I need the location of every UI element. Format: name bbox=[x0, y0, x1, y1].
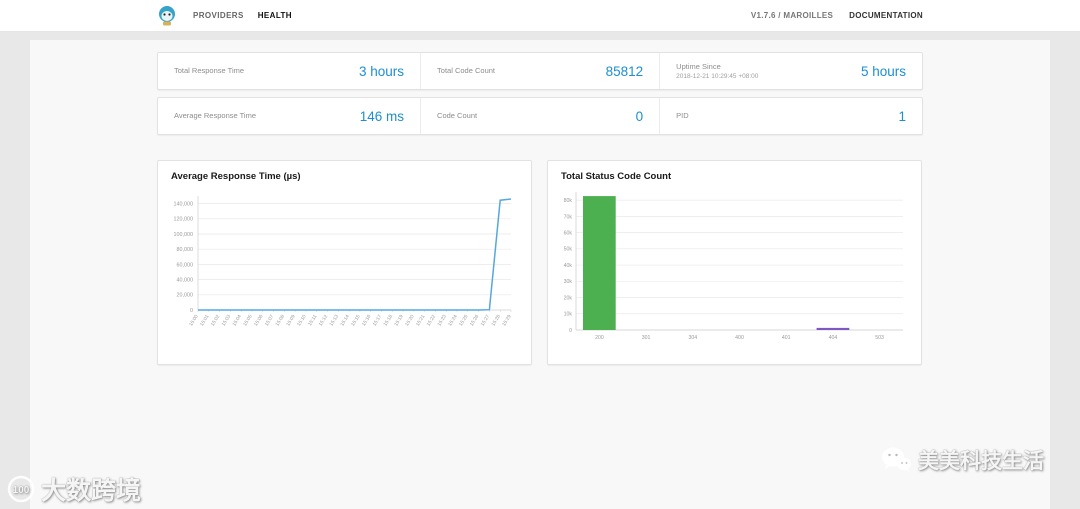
svg-text:20k: 20k bbox=[564, 295, 573, 301]
svg-text:15:11: 15:11 bbox=[307, 314, 318, 327]
response-time-line-chart: 0 20,000 40,000 60,000 80,000 100,000 120,000 1… bbox=[174, 196, 513, 328]
average-response-time-chart-card: Average Response Time (µs) 0 20,000 40,000… bbox=[157, 160, 532, 365]
svg-text:15:04: 15:04 bbox=[231, 314, 243, 328]
svg-text:80,000: 80,000 bbox=[177, 247, 194, 253]
svg-text:40k: 40k bbox=[564, 263, 573, 269]
status-code-chart-card: Total Status Code Count 0 10k 20k 30k 40k 50k… bbox=[547, 160, 922, 365]
svg-text:15:23: 15:23 bbox=[436, 314, 448, 328]
svg-text:404: 404 bbox=[829, 335, 838, 341]
stat-value: 146 ms bbox=[359, 108, 405, 124]
svg-text:15:29: 15:29 bbox=[501, 314, 513, 328]
stat-total-response-time: Total Response Time 3 hours bbox=[158, 53, 420, 89]
stat-label: Uptime Since bbox=[676, 62, 721, 72]
watermark-right: 美美科技生活 bbox=[880, 445, 1044, 475]
svg-text:200: 200 bbox=[595, 335, 604, 341]
svg-text:15:26: 15:26 bbox=[469, 314, 481, 328]
watermark-left-logo-icon: 100 bbox=[7, 475, 35, 503]
svg-text:15:02: 15:02 bbox=[210, 314, 222, 328]
stat-value: 0 bbox=[635, 108, 644, 124]
wechat-icon bbox=[882, 447, 911, 472]
svg-text:10k: 10k bbox=[564, 312, 573, 318]
svg-text:15:25: 15:25 bbox=[458, 314, 470, 328]
stat-value: 5 hours bbox=[860, 63, 906, 79]
svg-text:15:16: 15:16 bbox=[361, 314, 373, 328]
watermark-right-text: 美美科技生活 bbox=[918, 450, 1044, 473]
content-panel: Total Response Time 3 hours Total Code C… bbox=[30, 40, 1050, 509]
watermark-left-text: 大数跨境 bbox=[41, 477, 142, 505]
watermark-left-logo-text: 100 bbox=[13, 485, 30, 496]
stat-uptime-since: Uptime Since 2018-12-21 10:29:45 +08:00 … bbox=[659, 53, 922, 89]
svg-text:100,000: 100,000 bbox=[174, 232, 194, 238]
stat-average-response-time: Average Response Time 146 ms bbox=[158, 98, 420, 134]
svg-text:80k: 80k bbox=[564, 198, 573, 204]
svg-text:70k: 70k bbox=[564, 214, 573, 220]
nav-item-providers[interactable]: PROVIDERS bbox=[193, 11, 244, 20]
svg-text:15:17: 15:17 bbox=[372, 314, 384, 328]
svg-text:15:18: 15:18 bbox=[383, 314, 395, 328]
svg-text:301: 301 bbox=[642, 335, 651, 341]
watermark-left: 100 大数跨境 bbox=[6, 471, 141, 507]
svg-text:20,000: 20,000 bbox=[177, 293, 194, 299]
svg-text:0: 0 bbox=[569, 328, 572, 334]
svg-text:50k: 50k bbox=[564, 247, 573, 253]
traefik-logo-icon bbox=[159, 5, 175, 25]
svg-text:15:09: 15:09 bbox=[285, 314, 297, 328]
stat-code-count: Code Count 0 bbox=[420, 98, 659, 134]
stat-pid: PID 1 bbox=[659, 98, 922, 134]
stat-sublabel: 2018-12-21 10:29:45 +08:00 bbox=[676, 72, 759, 80]
svg-text:120,000: 120,000 bbox=[174, 217, 194, 223]
svg-text:401: 401 bbox=[782, 335, 791, 341]
nav-right: V1.7.6 / MAROILLES DOCUMENTATION bbox=[751, 11, 923, 20]
svg-text:15:00: 15:00 bbox=[188, 314, 200, 328]
svg-text:15:28: 15:28 bbox=[490, 314, 502, 328]
svg-text:140,000: 140,000 bbox=[174, 202, 194, 208]
top-nav: PROVIDERS HEALTH V1.7.6 / MAROILLES DOCU… bbox=[0, 0, 1080, 32]
svg-text:0: 0 bbox=[190, 308, 193, 314]
stat-label: Average Response Time bbox=[174, 110, 256, 120]
svg-text:15:20: 15:20 bbox=[404, 314, 416, 328]
svg-text:400: 400 bbox=[735, 335, 744, 341]
svg-text:40,000: 40,000 bbox=[177, 278, 194, 284]
status-code-bar-chart: 0 10k 20k 30k 40k 50k 60k 70k 80k 200 301 304 400 401… bbox=[564, 192, 903, 341]
svg-text:15:05: 15:05 bbox=[242, 314, 254, 328]
svg-text:30k: 30k bbox=[564, 279, 573, 285]
svg-text:15:15: 15:15 bbox=[350, 314, 362, 328]
version-label: V1.7.6 / MAROILLES bbox=[750, 11, 834, 20]
svg-text:15:12: 15:12 bbox=[318, 314, 330, 328]
stat-value: 1 bbox=[898, 108, 906, 124]
stats-row-1: Total Response Time 3 hours Total Code C… bbox=[157, 52, 923, 90]
svg-text:15:10: 15:10 bbox=[296, 314, 308, 328]
svg-text:15:03: 15:03 bbox=[221, 314, 233, 328]
svg-text:503: 503 bbox=[875, 335, 884, 341]
stat-label: Code Count bbox=[437, 110, 478, 120]
svg-text:15:21: 15:21 bbox=[415, 314, 427, 328]
stat-label: PID bbox=[676, 110, 689, 120]
stat-value: 3 hours bbox=[359, 63, 405, 79]
stat-value: 85812 bbox=[605, 63, 644, 79]
chart-title-response-time: Average Response Time (µs) bbox=[171, 171, 301, 182]
stat-label: Total Response Time bbox=[174, 65, 245, 75]
svg-text:15:19: 15:19 bbox=[393, 314, 405, 328]
svg-text:15:01: 15:01 bbox=[199, 314, 211, 328]
svg-text:15:07: 15:07 bbox=[264, 314, 276, 328]
svg-text:15:24: 15:24 bbox=[447, 314, 459, 328]
svg-text:15:22: 15:22 bbox=[426, 314, 438, 328]
svg-text:304: 304 bbox=[688, 335, 697, 341]
svg-text:15:27: 15:27 bbox=[480, 314, 492, 328]
svg-text:60k: 60k bbox=[564, 230, 573, 236]
stat-total-code-count: Total Code Count 85812 bbox=[420, 53, 659, 89]
svg-text:15:14: 15:14 bbox=[339, 314, 351, 328]
svg-text:15:13: 15:13 bbox=[329, 314, 341, 328]
chart-title-status-codes: Total Status Code Count bbox=[561, 171, 672, 182]
svg-text:60,000: 60,000 bbox=[177, 262, 194, 268]
charts-row: Average Response Time (µs) 0 20,000 40,000… bbox=[157, 160, 923, 365]
stats-row-2: Average Response Time 146 ms Code Count … bbox=[157, 97, 923, 135]
documentation-link[interactable]: DOCUMENTATION bbox=[849, 11, 923, 20]
nav-links: PROVIDERS HEALTH bbox=[193, 11, 292, 20]
nav-item-health[interactable]: HEALTH bbox=[258, 11, 292, 20]
svg-text:15:06: 15:06 bbox=[253, 314, 265, 328]
svg-text:15:08: 15:08 bbox=[275, 314, 287, 328]
traefik-logo[interactable] bbox=[157, 5, 177, 27]
stat-label: Total Code Count bbox=[437, 65, 495, 75]
